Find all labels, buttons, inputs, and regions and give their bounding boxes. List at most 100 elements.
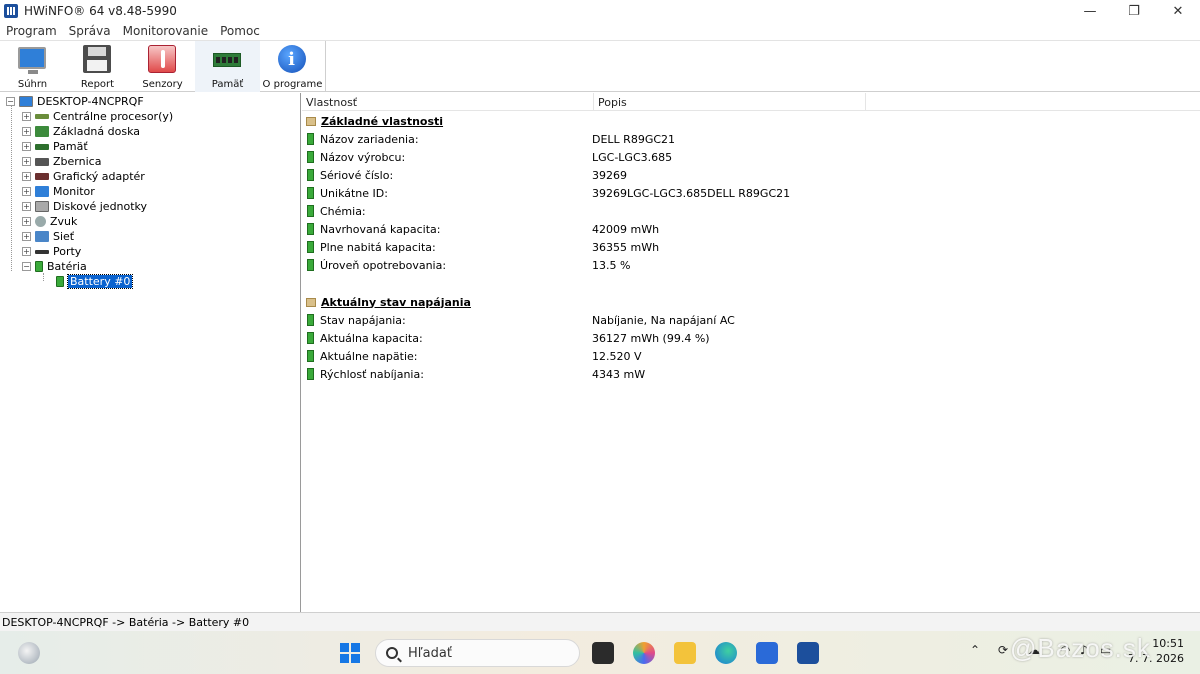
tree-item-graphics[interactable]: + Grafický adaptér bbox=[22, 169, 145, 184]
table-row[interactable]: Stav napájania: Nabíjanie, Na napájaní A… bbox=[302, 311, 1200, 329]
task-view-icon[interactable] bbox=[592, 642, 614, 664]
battery-icon bbox=[56, 276, 64, 287]
table-row[interactable]: Plne nabitá kapacita: 36355 mWh bbox=[302, 238, 1200, 256]
sensors-button[interactable]: Senzory bbox=[130, 41, 195, 92]
taskbar-search[interactable]: Hľadať bbox=[375, 639, 580, 667]
expand-icon[interactable]: + bbox=[22, 142, 31, 151]
tree-item-selected-label: Battery #0 bbox=[66, 274, 134, 289]
tree-item-bus[interactable]: + Zbernica bbox=[22, 154, 101, 169]
group-title: Aktuálny stav napájania bbox=[321, 295, 471, 309]
property-value: DELL R89GC21 bbox=[592, 132, 676, 146]
expand-icon[interactable]: + bbox=[22, 157, 31, 166]
summary-button[interactable]: Súhrn bbox=[0, 41, 65, 92]
collapse-icon[interactable]: − bbox=[22, 262, 31, 271]
group-header[interactable]: Základné vlastnosti bbox=[302, 112, 1200, 130]
tree-item-label: Porty bbox=[53, 245, 82, 258]
tree-item-ports[interactable]: + Porty bbox=[22, 244, 81, 259]
battery-icon bbox=[35, 261, 43, 272]
maximize-button[interactable]: ❐ bbox=[1112, 0, 1156, 22]
file-explorer-icon[interactable] bbox=[674, 642, 696, 664]
property-name: Sériové číslo: bbox=[320, 168, 394, 182]
property-list[interactable]: Vlastnosť Popis Základné vlastnosti Názo… bbox=[302, 93, 1200, 612]
store-icon[interactable] bbox=[756, 642, 778, 664]
windows-start-icon[interactable] bbox=[340, 643, 360, 663]
cpu-icon bbox=[35, 114, 49, 119]
tree-item-memory[interactable]: + Pamäť bbox=[22, 139, 88, 154]
table-row[interactable]: Aktuálna kapacita: 36127 mWh (99.4 %) bbox=[302, 329, 1200, 347]
table-row[interactable]: Úroveň opotrebovania: 13.5 % bbox=[302, 256, 1200, 274]
menu-bar: Program Správa Monitorovanie Pomoc bbox=[0, 22, 1200, 40]
table-row[interactable]: Sériové číslo: 39269 bbox=[302, 166, 1200, 184]
expand-icon[interactable]: + bbox=[22, 172, 31, 181]
sync-icon[interactable]: ⟳ bbox=[998, 643, 1008, 657]
sensors-button-label: Senzory bbox=[142, 79, 183, 90]
network-icon bbox=[35, 231, 49, 242]
thermometer-icon bbox=[147, 45, 178, 75]
minimize-button[interactable]: — bbox=[1068, 0, 1112, 22]
table-row[interactable]: Názov zariadenia: DELL R89GC21 bbox=[302, 130, 1200, 148]
expand-icon[interactable]: + bbox=[22, 232, 31, 241]
folder-icon bbox=[306, 116, 316, 126]
menu-monitorovanie[interactable]: Monitorovanie bbox=[117, 24, 214, 38]
battery-icon bbox=[307, 350, 314, 362]
group-header[interactable]: Aktuálny stav napájania bbox=[302, 293, 1200, 311]
menu-program[interactable]: Program bbox=[0, 24, 63, 38]
table-row[interactable]: Chémia: bbox=[302, 202, 1200, 220]
window-title: HWiNFO® 64 v8.48-5990 bbox=[24, 4, 177, 18]
expand-icon[interactable]: + bbox=[22, 187, 31, 196]
battery-icon bbox=[307, 133, 314, 145]
menu-pomoc[interactable]: Pomoc bbox=[214, 24, 266, 38]
table-row[interactable]: Názov výrobcu: LGC-LGC3.685 bbox=[302, 148, 1200, 166]
property-value: 39269 bbox=[592, 168, 627, 182]
property-name: Plne nabitá kapacita: bbox=[320, 240, 436, 254]
status-path: DESKTOP-4NCPRQF -> Batéria -> Battery #0 bbox=[2, 615, 250, 629]
memory-button[interactable]: Pamäť bbox=[195, 41, 260, 92]
tree-item-battery-0[interactable]: Battery #0 bbox=[56, 274, 134, 289]
column-description[interactable]: Popis bbox=[594, 93, 866, 111]
property-value: 13.5 % bbox=[592, 258, 631, 272]
report-button-label: Report bbox=[80, 79, 115, 90]
speaker-icon bbox=[35, 216, 46, 227]
report-button[interactable]: Report bbox=[65, 41, 130, 92]
tree-item-sound[interactable]: + Zvuk bbox=[22, 214, 77, 229]
expand-icon[interactable]: + bbox=[22, 127, 31, 136]
property-name: Aktuálne napätie: bbox=[320, 349, 418, 363]
collapse-icon[interactable]: − bbox=[6, 97, 15, 106]
table-row[interactable]: Navrhovaná kapacita: 42009 mWh bbox=[302, 220, 1200, 238]
hwinfo-app-icon bbox=[4, 4, 18, 18]
tree-item-motherboard[interactable]: + Základná doska bbox=[22, 124, 140, 139]
toolbar-group: Súhrn Report Senzory Pamäť i O programe bbox=[0, 41, 326, 92]
edge-icon[interactable] bbox=[715, 642, 737, 664]
tree-item-network[interactable]: + Sieť bbox=[22, 229, 74, 244]
hwinfo-taskbar-icon[interactable] bbox=[797, 642, 819, 664]
bus-icon bbox=[35, 157, 49, 166]
table-row[interactable]: Rýchlosť nabíjania: 4343 mW bbox=[302, 365, 1200, 383]
table-row[interactable]: Unikátne ID: 39269LGC-LGC3.685DELL R89GC… bbox=[302, 184, 1200, 202]
window-controls: — ❐ ✕ bbox=[1068, 0, 1200, 22]
table-row[interactable]: Aktuálne napätie: 12.520 V bbox=[302, 347, 1200, 365]
about-button[interactable]: i O programe bbox=[260, 41, 325, 92]
copilot-icon[interactable] bbox=[633, 642, 655, 664]
column-property[interactable]: Vlastnosť bbox=[302, 93, 594, 111]
tree-item-label: Grafický adaptér bbox=[53, 170, 145, 183]
expand-icon[interactable]: + bbox=[22, 217, 31, 226]
weather-icon[interactable] bbox=[18, 642, 40, 664]
property-name: Navrhovaná kapacita: bbox=[320, 222, 441, 236]
expand-icon[interactable]: + bbox=[22, 112, 31, 121]
expand-icon[interactable]: + bbox=[22, 202, 31, 211]
tree-item-drives[interactable]: + Diskové jednotky bbox=[22, 199, 147, 214]
computer-icon bbox=[19, 96, 33, 107]
tree-item-label: Zbernica bbox=[53, 155, 102, 168]
tree-item-battery[interactable]: − Batéria bbox=[22, 259, 87, 274]
close-button[interactable]: ✕ bbox=[1156, 0, 1200, 22]
battery-icon bbox=[307, 241, 314, 253]
tree-item-monitor[interactable]: + Monitor bbox=[22, 184, 95, 199]
chevron-up-icon[interactable]: ⌃ bbox=[970, 643, 980, 657]
expand-icon[interactable]: + bbox=[22, 247, 31, 256]
tree-root[interactable]: − DESKTOP-4NCPRQF bbox=[6, 94, 144, 109]
device-tree[interactable]: − DESKTOP-4NCPRQF + Centrálne procesor(y… bbox=[0, 93, 301, 612]
menu-sprava[interactable]: Správa bbox=[63, 24, 117, 38]
property-name: Unikátne ID: bbox=[320, 186, 388, 200]
tree-item-cpu[interactable]: + Centrálne procesor(y) bbox=[22, 109, 173, 124]
tree-item-label: Centrálne procesor(y) bbox=[53, 110, 174, 123]
